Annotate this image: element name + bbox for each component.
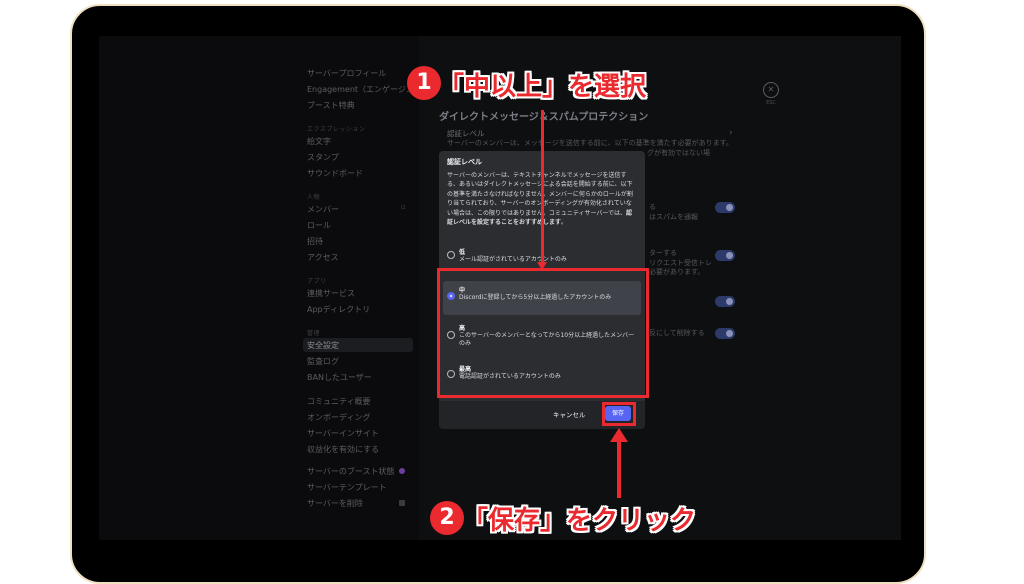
sidebar-item-invites[interactable]: 招待 [307, 236, 323, 247]
chevron-right-icon[interactable]: › [729, 128, 733, 138]
step2-arrow-head [610, 428, 628, 442]
modal-description-text: サーバーのメンバーは、テキストチャンネルでメッセージを送信する、あるいはダイレク… [447, 172, 633, 217]
sidebar-item-server-template[interactable]: サーバーテンプレート [307, 482, 387, 493]
sidebar-item-members[interactable]: メンバー [307, 204, 339, 215]
sidebar-section-expression: エクスプレッション [307, 126, 366, 133]
sidebar-item-integrations[interactable]: 連携サービス [307, 288, 355, 299]
sidebar-item-onboarding[interactable]: オンボーディング [307, 412, 370, 423]
sidebar-item-soundboard[interactable]: サウンドボード [307, 168, 363, 179]
sidebar-item-server-boost-status[interactable]: サーバーのブースト状態 [307, 466, 395, 477]
sidebar-item-server-insights[interactable]: サーバーインサイト [307, 428, 379, 439]
toggle-switch[interactable] [715, 202, 735, 213]
sidebar-item-server-profile[interactable]: サーバープロフィール [307, 68, 386, 79]
verification-row-desc-2: グが有効ではない場 [647, 149, 710, 157]
esc-label: ESC [766, 100, 776, 106]
sidebar-item-bans[interactable]: BANしたユーザー [307, 372, 372, 383]
sidebar-section-moderation: 管理 [307, 330, 321, 337]
options-highlight-box [437, 268, 649, 398]
verification-row-desc: サーバーのメンバーは、メッセージを送信する前に、以下の基準を満たす必要があります… [447, 139, 733, 147]
sidebar-item-delete-server[interactable]: サーバーを削除 [307, 498, 363, 509]
toggle-switch[interactable] [715, 250, 735, 261]
step2-arrow-line [617, 440, 621, 498]
step1-arrow-head [537, 262, 547, 270]
step1-number-badge: 1 [407, 66, 441, 100]
sidebar-item-safety-setup[interactable]: 安全設定 [307, 340, 339, 351]
option-low-desc: メール認証がされているアカウントのみ [459, 256, 567, 263]
setting-fragment-1: る [649, 203, 656, 211]
toggle-switch[interactable] [715, 328, 735, 339]
sidebar-section-apps: アプリ [307, 278, 327, 285]
settings-sidebar: サーバープロフィール Engagement（エンゲージメ ブースト特典 エクスプ… [99, 36, 419, 540]
sidebar-item-access[interactable]: アクセス [307, 252, 339, 263]
modal-description-end: 。 [561, 219, 568, 227]
setting-fragment-5: 必要があります。 [649, 268, 705, 276]
external-link-icon: ▫ [401, 203, 406, 211]
boost-gem-icon [399, 468, 405, 474]
sidebar-item-stickers[interactable]: スタンプ [307, 152, 339, 163]
sidebar-item-roles[interactable]: ロール [307, 220, 331, 231]
delete-icon [399, 500, 405, 506]
sidebar-item-emoji[interactable]: 絵文字 [307, 136, 331, 147]
step1-instruction: 「中以上」を選択 [438, 72, 647, 102]
modal-title: 認証レベル [447, 158, 482, 166]
setting-fragment-3: ターする [649, 249, 677, 257]
sidebar-item-boost-perks[interactable]: ブースト特典 [307, 100, 355, 111]
setting-fragment-6: 反にして削除する [649, 329, 705, 337]
sidebar-item-enable-monetization[interactable]: 収益化を有効にする [307, 444, 379, 455]
option-low-title: 低 [459, 249, 466, 256]
cancel-button[interactable]: キャンセル [553, 409, 586, 419]
step2-instruction: 「保存」をクリック [462, 506, 697, 536]
save-highlight-box [602, 402, 636, 426]
sidebar-item-community-overview[interactable]: コミュニティ概要 [307, 396, 371, 407]
setting-fragment-2: はスパムを通報 [649, 213, 698, 221]
sidebar-section-people: 人物 [307, 194, 321, 201]
sidebar-item-audit-log[interactable]: 監査ログ [307, 356, 339, 367]
sidebar-item-engagement[interactable]: Engagement（エンゲージメ [307, 84, 414, 95]
step2-number-badge: 2 [430, 501, 464, 535]
radio-low[interactable] [447, 251, 455, 259]
close-icon[interactable]: ✕ [763, 82, 779, 98]
step1-arrow-line [541, 110, 544, 264]
sidebar-item-app-directory[interactable]: Appディレクトリ [307, 304, 370, 315]
toggle-switch[interactable] [715, 296, 735, 307]
